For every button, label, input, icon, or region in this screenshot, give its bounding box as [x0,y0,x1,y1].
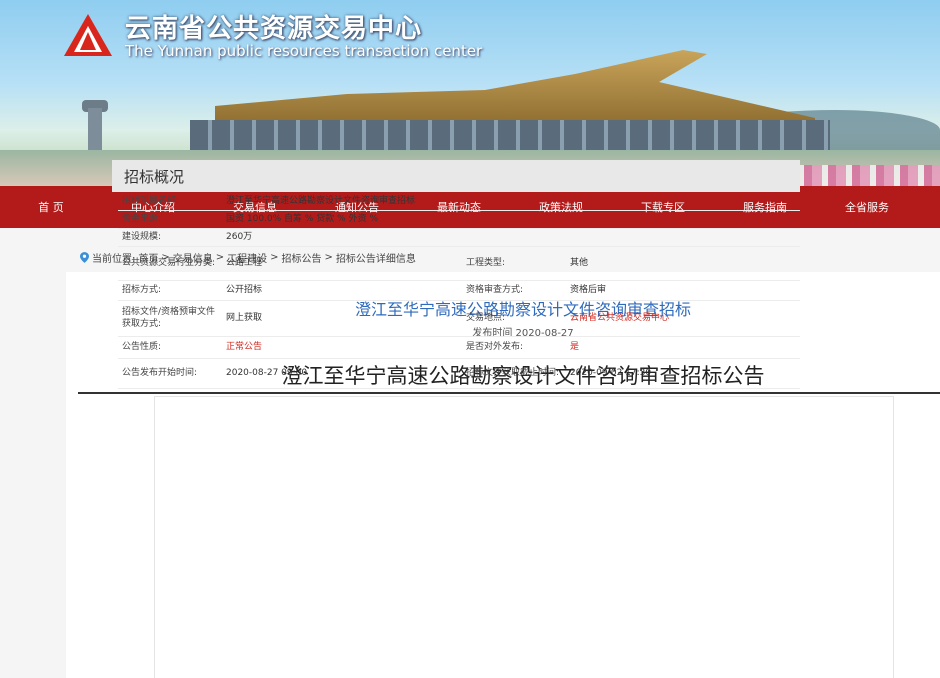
row-label: 公告发布开始时间: [118,358,222,389]
table-row: 公告发布开始时间: 2020-08-27 09:00 招标文件获取截止时间: 2… [118,358,800,389]
notice-panel [154,396,894,678]
row-value: 网上获取 [222,300,462,337]
table-row: 招标文件/资格预审文件获取方式: 网上获取 交易地点: 云南省公共资源交易中心 [118,300,800,337]
row-label-2: 资格审查方式: [462,280,566,301]
row-value-2: 云南省公共资源交易中心 [566,300,800,337]
row-value: 260万 [222,228,800,247]
table-row: 公共资源交易行业分类: 公路工程 工程类型: 其他 [118,246,800,281]
row-label: 公告性质: [118,336,222,359]
banner-terminal-roof [215,50,815,130]
row-label: 招标文件/资格预审文件获取方式: [118,300,222,337]
row-value-2: 是 [566,336,800,359]
overview-table: 招标项目名称: 澄江至华宁高速公路勘察设计文件咨询审查招标 资金来源: 国资 1… [118,192,800,389]
row-label: 招标项目名称: [118,192,222,211]
row-label-2: 是否对外发布: [462,336,566,359]
table-row: 资金来源: 国资 100.0% 自筹 % 贷款 % 外资 % [118,210,800,229]
row-label-2: 招标文件获取截止时间: [462,358,566,389]
row-value: 公路工程 [222,246,462,281]
row-label-2: 交易地点: [462,300,566,337]
row-value: 澄江至华宁高速公路勘察设计文件咨询审查招标 [222,192,800,211]
site-title[interactable]: 云南省公共资源交易中心 [125,8,422,45]
site-logo-icon[interactable] [62,12,114,60]
table-row: 招标项目名称: 澄江至华宁高速公路勘察设计文件咨询审查招标 [118,192,800,211]
row-value-2: 2020-09-02 17:30 [566,358,800,389]
nav-province-service[interactable]: 全省服务 [816,199,918,215]
row-label: 招标方式: [118,280,222,301]
row-label-2: 工程类型: [462,246,566,281]
site-subtitle: The Yunnan public resources transaction … [125,42,483,60]
location-pin-icon [80,252,89,263]
nav-home[interactable]: 首 页 [0,199,102,215]
header-banner: 云南省公共资源交易中心 The Yunnan public resources … [0,0,940,186]
overview-heading: 招标概况 [112,160,800,192]
table-row: 公告性质: 正常公告 是否对外发布: 是 [118,336,800,359]
row-value-2: 资格后审 [566,280,800,301]
table-row: 招标方式: 公开招标 资格审查方式: 资格后审 [118,280,800,301]
row-label: 资金来源: [118,210,222,229]
row-value: 正常公告 [222,336,462,359]
table-row: 建设规模: 260万 [118,228,800,247]
row-value: 公开招标 [222,280,462,301]
row-label: 公共资源交易行业分类: [118,246,222,281]
title-divider [78,392,940,394]
row-label: 建设规模: [118,228,222,247]
row-value: 2020-08-27 09:00 [222,358,462,389]
row-value: 国资 100.0% 自筹 % 贷款 % 外资 % [222,210,800,229]
row-value-2: 其他 [566,246,800,281]
